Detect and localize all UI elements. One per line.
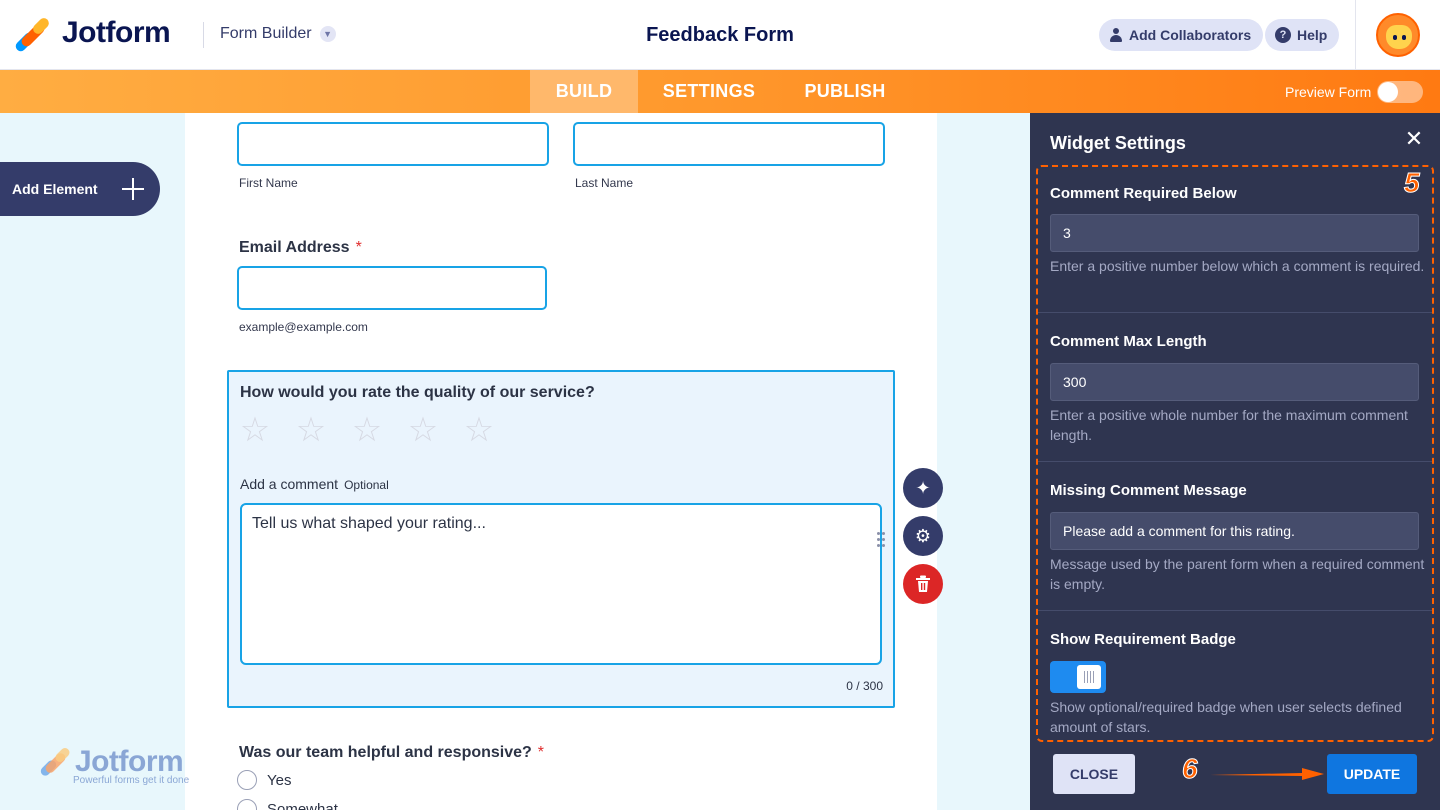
close-button[interactable]: CLOSE (1053, 754, 1135, 794)
email-label: Email Address * (239, 239, 362, 257)
star-icon[interactable]: ☆ (295, 413, 327, 447)
radio-option[interactable]: Somewhat (237, 799, 338, 810)
logo-text: Jotform (62, 16, 171, 49)
comment-textarea[interactable]: Tell us what shaped your rating... (240, 503, 882, 665)
tab-publish[interactable]: PUBLISH (780, 70, 910, 113)
add-collaborators-label: Add Collaborators (1129, 27, 1252, 43)
avatar-face-icon (1386, 25, 1412, 49)
widget-settings-panel: Widget Settings ✕ Comment Required Below… (1030, 113, 1440, 810)
panel-title: Widget Settings (1050, 133, 1186, 153)
watermark-tagline: Powerful forms get it done (73, 775, 190, 786)
star-icon[interactable]: ☆ (239, 413, 271, 447)
jotform-logo[interactable]: Jotform (13, 16, 171, 54)
comment-label-text: Add a comment (240, 476, 339, 492)
last-name-input[interactable] (573, 122, 885, 166)
star-icon[interactable]: ☆ (407, 413, 439, 447)
jotform-watermark-icon (38, 746, 72, 779)
add-element-label: Add Element (12, 181, 98, 197)
watermark-text: Jotform (75, 745, 184, 778)
close-icon[interactable]: ✕ (1404, 128, 1424, 150)
question-icon: ? (1275, 27, 1291, 43)
help-button[interactable]: ? Help (1265, 19, 1340, 51)
radio-label: Somewhat (267, 800, 338, 810)
plus-icon (122, 178, 144, 200)
preview-form-label: Preview Form (1285, 84, 1372, 100)
helpful-question-text: Was our team helpful and responsive? (239, 744, 532, 761)
update-button[interactable]: UPDATE (1327, 754, 1417, 794)
rating-question: How would you rate the quality of our se… (240, 384, 595, 401)
star-rating-widget[interactable]: How would you rate the quality of our se… (227, 370, 895, 708)
last-name-sublabel: Last Name (575, 176, 634, 190)
email-input[interactable] (237, 266, 547, 310)
builder-nav: BUILD SETTINGS PUBLISH Preview Form (0, 70, 1440, 113)
radio-button[interactable] (237, 799, 257, 810)
radio-label: Yes (267, 771, 292, 789)
drag-handle-icon[interactable] (877, 532, 885, 550)
jotform-logo-icon (13, 16, 51, 54)
first-name-sublabel: First Name (239, 176, 298, 190)
top-header: Jotform Form Builder ▼ Feedback Form Add… (0, 0, 1440, 70)
required-asterisk: * (537, 744, 545, 761)
step-highlight-box (1036, 165, 1434, 742)
add-collaborators-button[interactable]: Add Collaborators (1099, 19, 1264, 51)
comment-counter: 0 / 300 (846, 679, 883, 693)
tab-settings[interactable]: SETTINGS (638, 70, 780, 113)
help-label: Help (1297, 27, 1328, 43)
field-settings-button[interactable]: ⚙ (903, 516, 943, 556)
radio-button[interactable] (237, 770, 257, 790)
form-builder-label: Form Builder (220, 25, 312, 42)
star-rating: ☆ ☆ ☆ ☆ ☆ (239, 413, 495, 447)
avatar[interactable] (1376, 13, 1420, 57)
tab-build[interactable]: BUILD (530, 70, 638, 113)
form-canvas: First Name Last Name Email Address * exam… (185, 113, 937, 810)
header-divider (203, 22, 204, 48)
star-icon[interactable]: ☆ (351, 413, 383, 447)
add-element-button[interactable]: Add Element (0, 162, 160, 216)
required-asterisk: * (355, 239, 362, 256)
form-builder-dropdown[interactable]: Form Builder ▼ (220, 25, 336, 43)
first-name-input[interactable] (237, 122, 549, 166)
helpful-question: Was our team helpful and responsive? * (239, 744, 544, 762)
step-badge-5: 5 (1404, 167, 1421, 199)
optional-badge: Optional (344, 478, 389, 492)
email-sublabel: example@example.com (239, 320, 368, 334)
magic-wand-icon: ✦ (915, 477, 931, 498)
magic-wand-button[interactable]: ✦ (903, 468, 943, 508)
delete-field-button[interactable] (903, 564, 943, 604)
star-icon[interactable]: ☆ (463, 413, 495, 447)
trash-icon (916, 575, 930, 592)
step-badge-6: 6 (1182, 753, 1199, 785)
comment-label: Add a comment Optional (240, 476, 389, 492)
chevron-down-icon: ▼ (319, 26, 336, 42)
preview-form-toggle[interactable] (1377, 81, 1423, 103)
comment-placeholder: Tell us what shaped your rating... (252, 515, 486, 532)
radio-option[interactable]: Yes (237, 770, 291, 790)
email-label-text: Email Address (239, 239, 350, 256)
header-separator (1355, 0, 1356, 70)
gear-icon: ⚙ (914, 525, 932, 546)
person-icon (1109, 28, 1123, 42)
arrow-right-icon (1210, 768, 1324, 780)
